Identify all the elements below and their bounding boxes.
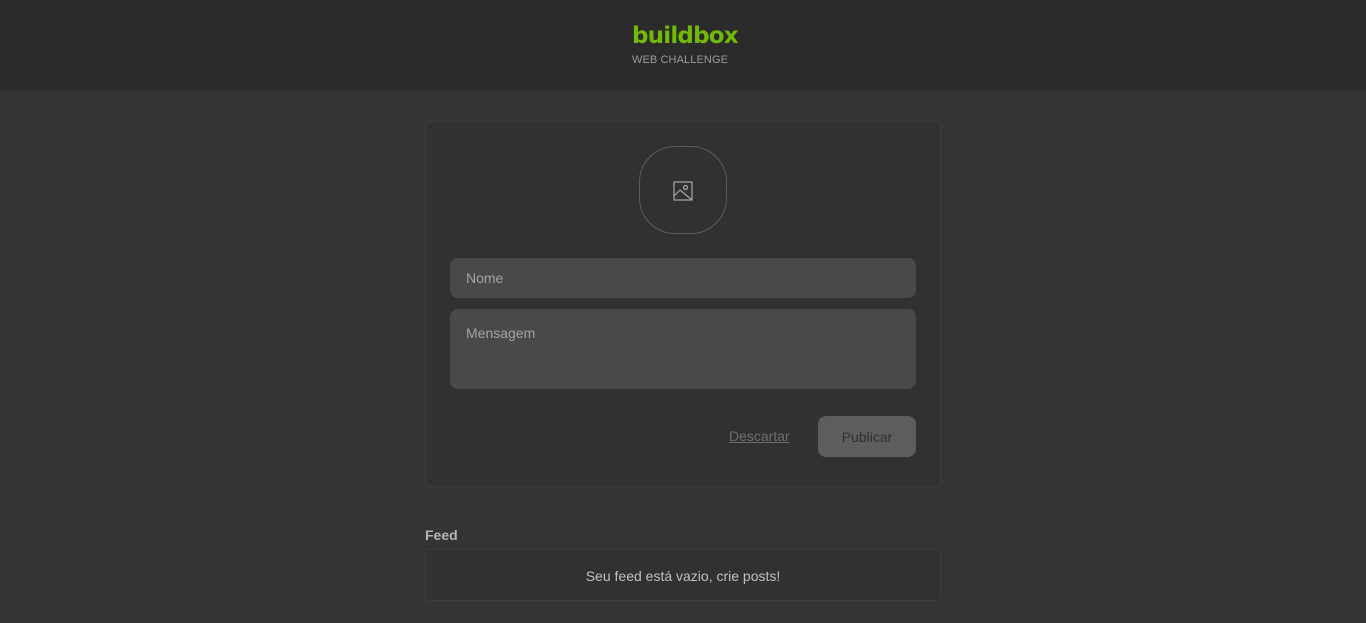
- feed-list: Seu feed está vazio, crie posts!: [425, 549, 941, 601]
- name-input[interactable]: [450, 258, 916, 298]
- app-header: buildbox WEB CHALLENGE: [0, 0, 1366, 91]
- message-input[interactable]: [450, 309, 916, 389]
- post-composer: Descartar Publicar: [425, 121, 941, 487]
- publish-button[interactable]: Publicar: [818, 416, 916, 457]
- image-upload-button[interactable]: [639, 146, 727, 234]
- logo: buildbox: [632, 23, 739, 49]
- discard-button[interactable]: Descartar: [729, 427, 790, 445]
- feed-empty-message: Seu feed está vazio, crie posts!: [585, 568, 781, 584]
- logo-subtitle: WEB CHALLENGE: [632, 54, 729, 66]
- image-icon: [673, 181, 693, 201]
- feed-title: Feed: [425, 527, 458, 543]
